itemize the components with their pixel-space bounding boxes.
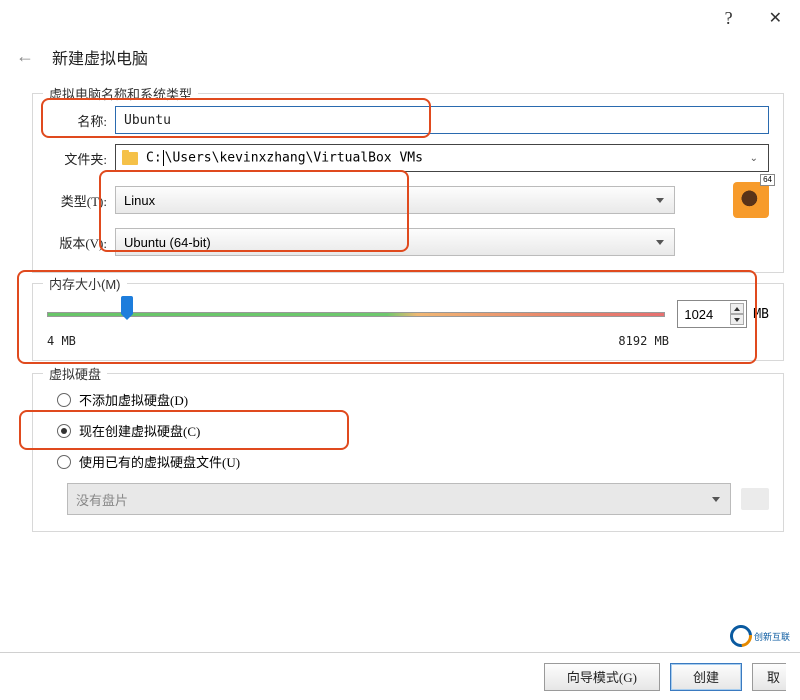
- radio-none-label: 不添加虚拟硬盘(D): [79, 390, 188, 409]
- radio-existing[interactable]: [57, 455, 71, 469]
- radio-create-row[interactable]: 现在创建虚拟硬盘(C): [47, 421, 769, 440]
- disk-file-select: 没有盘片: [67, 483, 731, 515]
- titlebar: ? ✕: [0, 0, 800, 36]
- memory-group: 内存大小(M) 1024 MB 4 MB 8192 MB: [32, 283, 784, 361]
- name-os-legend: 虚拟电脑名称和系统类型: [43, 84, 198, 103]
- name-label: 名称:: [47, 111, 107, 130]
- memory-value: 1024: [684, 307, 713, 322]
- type-dropdown[interactable]: Linux: [115, 186, 675, 214]
- chevron-down-icon: [656, 240, 664, 245]
- disk-legend: 虚拟硬盘: [43, 364, 107, 383]
- radio-create-label: 现在创建虚拟硬盘(C): [79, 421, 200, 440]
- help-icon[interactable]: ?: [725, 8, 733, 29]
- close-icon[interactable]: ✕: [769, 8, 782, 28]
- folder-label: 文件夹:: [47, 149, 107, 168]
- radio-existing-label: 使用已有的虚拟硬盘文件(U): [79, 452, 240, 471]
- dialog-window: ? ✕ ← 新建虚拟电脑 虚拟电脑名称和系统类型 名称: 文件夹: C:\Use…: [0, 0, 800, 700]
- disk-file-placeholder: 没有盘片: [76, 490, 128, 509]
- chevron-down-icon: [656, 198, 664, 203]
- memory-legend: 内存大小(M): [43, 274, 127, 293]
- folder-select[interactable]: C:\Users\kevinxzhang\VirtualBox VMs ⌄: [115, 144, 769, 172]
- folder-path: C:\Users\kevinxzhang\VirtualBox VMs: [146, 150, 423, 166]
- memory-min: 4 MB: [47, 334, 76, 348]
- bottom-bar: 向导模式(G) 创建 取: [0, 652, 800, 700]
- slider-thumb[interactable]: [121, 296, 133, 314]
- os-icon: 64: [733, 182, 769, 218]
- memory-spinner[interactable]: 1024: [677, 300, 747, 328]
- cancel-button[interactable]: 取: [752, 663, 786, 691]
- radio-none[interactable]: [57, 393, 71, 407]
- watermark: 创新互联: [720, 620, 800, 652]
- radio-none-row[interactable]: 不添加虚拟硬盘(D): [47, 390, 769, 409]
- name-input[interactable]: [115, 106, 769, 134]
- chevron-down-icon: [712, 497, 720, 502]
- spinner-down[interactable]: [730, 314, 744, 325]
- os-arch-badge: 64: [760, 174, 775, 186]
- version-value: Ubuntu (64-bit): [124, 235, 211, 250]
- name-os-group: 虚拟电脑名称和系统类型 名称: 文件夹: C:\Users\kevinxzhan…: [32, 93, 784, 273]
- memory-slider[interactable]: [47, 302, 665, 326]
- radio-create[interactable]: [57, 424, 71, 438]
- disk-group: 虚拟硬盘 不添加虚拟硬盘(D) 现在创建虚拟硬盘(C) 使用已有的虚拟硬盘文件(…: [32, 373, 784, 532]
- type-value: Linux: [124, 193, 155, 208]
- page-title: 新建虚拟电脑: [52, 45, 148, 69]
- browse-disk-icon: [741, 488, 769, 510]
- guided-mode-button[interactable]: 向导模式(G): [544, 663, 660, 691]
- memory-unit: MB: [753, 307, 769, 322]
- version-label: 版本(V):: [47, 233, 107, 252]
- folder-icon: [122, 152, 138, 165]
- memory-max: 8192 MB: [618, 334, 669, 348]
- radio-existing-row[interactable]: 使用已有的虚拟硬盘文件(U): [47, 452, 769, 471]
- type-label: 类型(T):: [47, 191, 107, 210]
- version-dropdown[interactable]: Ubuntu (64-bit): [115, 228, 675, 256]
- chevron-down-icon: ⌄: [750, 153, 758, 164]
- back-button[interactable]: ←: [12, 44, 38, 69]
- create-button[interactable]: 创建: [670, 663, 742, 691]
- spinner-up[interactable]: [730, 303, 744, 314]
